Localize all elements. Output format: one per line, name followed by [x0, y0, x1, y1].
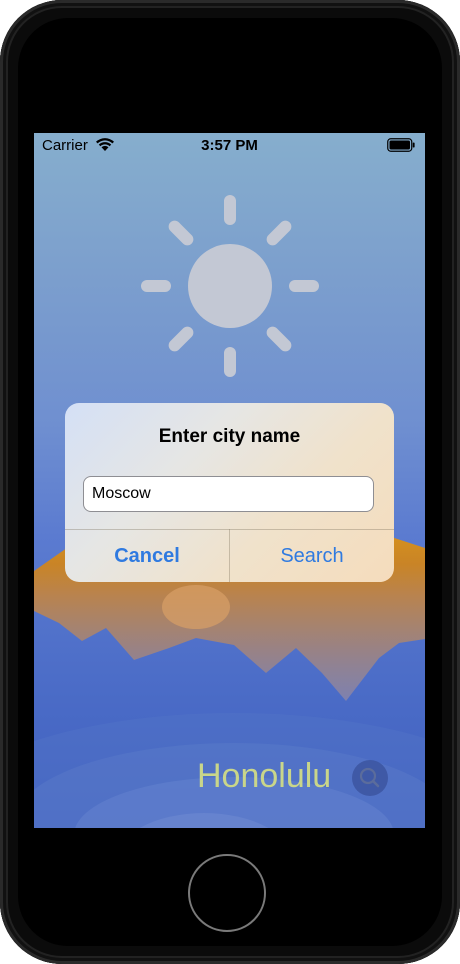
status-bar: Carrier 3:57 PM [34, 133, 425, 159]
city-name-input[interactable] [83, 476, 374, 512]
city-name-label: Honolulu [197, 757, 332, 795]
city-search-alert: Enter city name Cancel Search [65, 403, 394, 582]
search-submit-button[interactable]: Search [230, 530, 394, 582]
cancel-button[interactable]: Cancel [65, 530, 229, 582]
status-time: 3:57 PM [201, 137, 258, 154]
app-screen: Carrier 3:57 PM Honolulu Enter city name… [34, 133, 425, 828]
iphone-device-frame: Carrier 3:57 PM Honolulu Enter city name… [0, 0, 460, 964]
battery-icon [387, 138, 415, 152]
sun-icon [141, 195, 319, 377]
search-button[interactable] [352, 760, 388, 796]
search-icon [359, 767, 380, 788]
home-button[interactable] [188, 854, 266, 932]
alert-title: Enter city name [158, 426, 301, 447]
